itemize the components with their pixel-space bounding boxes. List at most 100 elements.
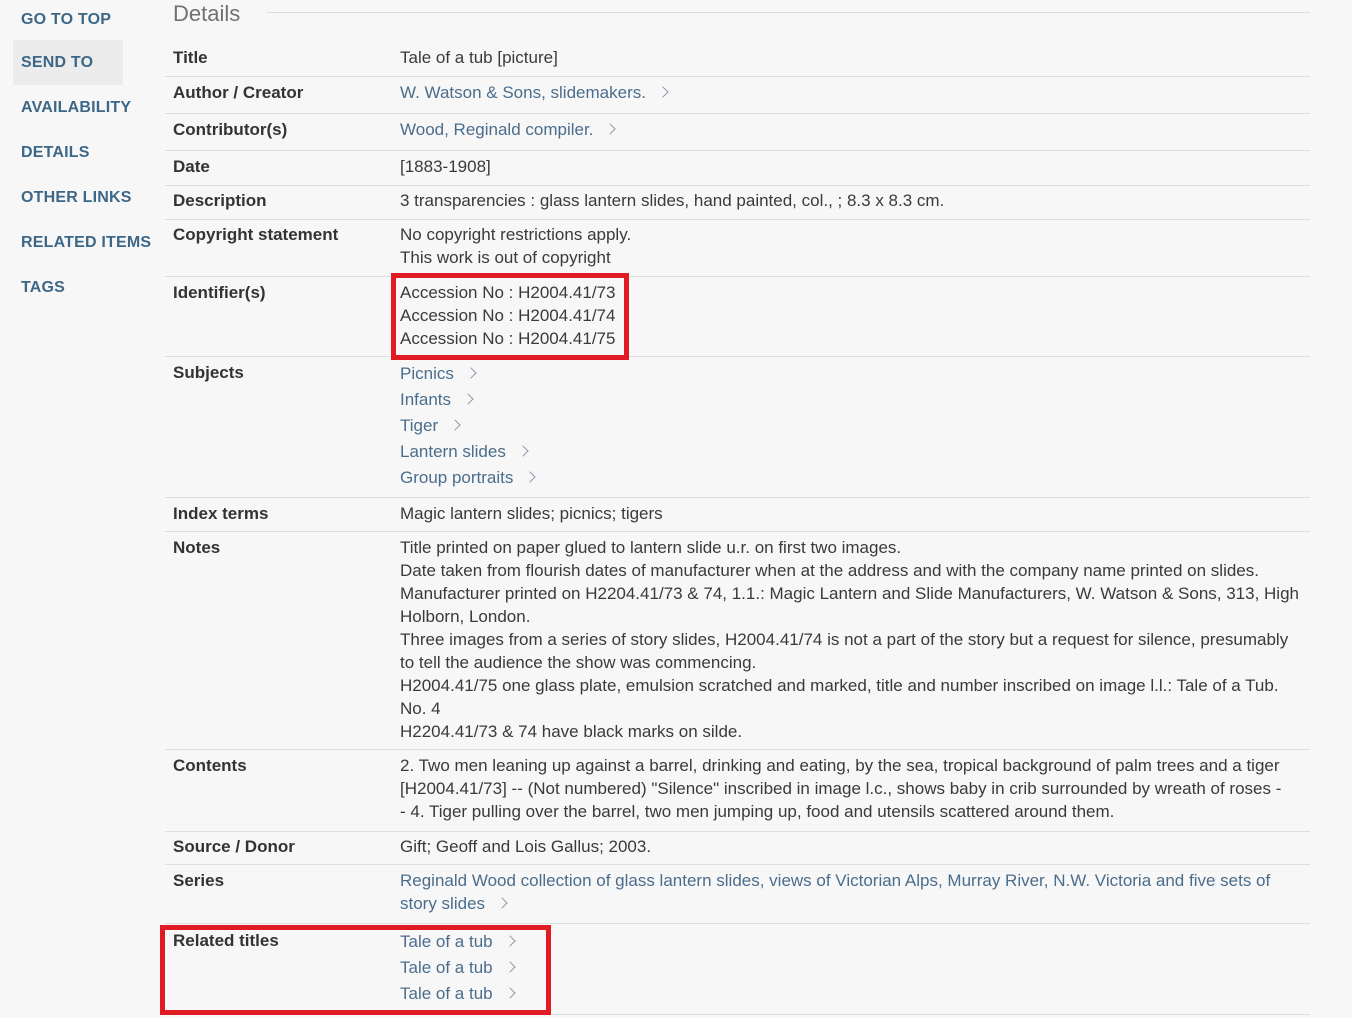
related-title-item: Tale of a tub bbox=[400, 955, 1310, 981]
detail-row-contributor: Contributor(s) Wood, Reginald compiler. bbox=[165, 118, 1310, 151]
subject-item: Lantern slides bbox=[400, 439, 1310, 465]
related-title-item: Tale of a tub bbox=[400, 981, 1310, 1007]
author-link[interactable]: W. Watson & Sons, slidemakers. bbox=[400, 83, 646, 102]
chevron-right-icon bbox=[517, 445, 529, 457]
related-title-link[interactable]: Tale of a tub bbox=[400, 932, 493, 951]
details-header: Details bbox=[165, 0, 1310, 28]
chevron-right-icon bbox=[657, 86, 669, 98]
field-label: Title bbox=[173, 48, 208, 67]
nav-go-to-top[interactable]: GO TO TOP bbox=[13, 0, 153, 40]
series-link-continued[interactable]: story slides bbox=[400, 894, 485, 913]
field-label: Description bbox=[173, 191, 267, 210]
title-value: Tale of a tub [picture] bbox=[400, 48, 558, 67]
related-title-link[interactable]: Tale of a tub bbox=[400, 984, 493, 1003]
note-line: Date taken from flourish dates of manufa… bbox=[400, 561, 1259, 580]
contributor-value: Wood, Reginald compiler. bbox=[400, 118, 1310, 141]
copyright-line: This work is out of copyright bbox=[400, 248, 611, 267]
field-label: Source / Donor bbox=[173, 837, 295, 856]
note-line: Three images from a series of story slid… bbox=[400, 630, 1289, 649]
detail-row-subjects: Subjects Picnics Infants Tiger Lantern s… bbox=[165, 361, 1310, 498]
contributor-link[interactable]: Wood, Reginald compiler. bbox=[400, 120, 593, 139]
description-value: 3 transparencies : glass lantern slides,… bbox=[400, 191, 945, 210]
chevron-right-icon bbox=[449, 419, 461, 431]
subject-link[interactable]: Group portraits bbox=[400, 468, 513, 487]
identifier-line: Accession No : H2004.41/75 bbox=[400, 329, 616, 348]
field-label: Author / Creator bbox=[173, 83, 304, 102]
field-label: Identifier(s) bbox=[173, 283, 266, 302]
detail-row-series: Series Reginald Wood collection of glass… bbox=[165, 869, 1310, 924]
details-section: Details Title Tale of a tub [picture] Au… bbox=[165, 0, 1310, 1015]
chevron-right-icon bbox=[462, 393, 474, 405]
detail-row-copyright: Copyright statement No copyright restric… bbox=[165, 223, 1310, 277]
notes-value: Title printed on paper glued to lantern … bbox=[400, 536, 1310, 743]
field-label: Date bbox=[173, 157, 210, 176]
series-line: Reginald Wood collection of glass lanter… bbox=[400, 869, 1310, 892]
detail-row-description: Description 3 transparencies : glass lan… bbox=[165, 189, 1310, 220]
record-page: GO TO TOP SEND TO AVAILABILITY DETAILS O… bbox=[0, 0, 1352, 1018]
chevron-right-icon bbox=[496, 897, 508, 909]
field-label: Related titles bbox=[173, 931, 279, 950]
detail-row-index-terms: Index terms Magic lantern slides; picnic… bbox=[165, 502, 1310, 532]
note-line: H2204.41/73 & 74 have black marks on sil… bbox=[400, 722, 743, 741]
contents-line: - 4. Tiger pulling over the barrel, two … bbox=[400, 802, 1115, 821]
note-line: H2004.41/75 one glass plate, emulsion sc… bbox=[400, 676, 1279, 695]
contents-line: [H2004.41/73] -- (Not numbered) "Silence… bbox=[400, 779, 1282, 798]
related-title-link[interactable]: Tale of a tub bbox=[400, 958, 493, 977]
field-label: Copyright statement bbox=[173, 225, 339, 244]
identifier-line: Accession No : H2004.41/73 bbox=[400, 283, 616, 302]
detail-row-title: Title Tale of a tub [picture] bbox=[165, 46, 1310, 77]
subject-link[interactable]: Picnics bbox=[400, 364, 454, 383]
note-line: Title printed on paper glued to lantern … bbox=[400, 538, 902, 557]
nav-related-items[interactable]: RELATED ITEMS bbox=[13, 220, 153, 265]
detail-row-source: Source / Donor Gift; Geoff and Lois Gall… bbox=[165, 835, 1310, 865]
related-title-item: Tale of a tub bbox=[400, 929, 1310, 955]
subject-link[interactable]: Tiger bbox=[400, 416, 438, 435]
nav-other-links[interactable]: OTHER LINKS bbox=[13, 175, 153, 220]
copyright-line: No copyright restrictions apply. bbox=[400, 225, 632, 244]
nav-send-to[interactable]: SEND TO bbox=[13, 40, 123, 85]
detail-row-related-titles: Related titles Tale of a tub Tale of a t… bbox=[165, 929, 1310, 1015]
chevron-right-icon bbox=[503, 987, 516, 999]
details-heading: Details bbox=[173, 1, 241, 26]
contents-value: 2. Two men leaning up against a barrel, … bbox=[400, 754, 1310, 823]
identifier-line: Accession No : H2004.41/74 bbox=[400, 306, 616, 325]
chevron-right-icon bbox=[503, 935, 516, 947]
nav-tags[interactable]: TAGS bbox=[13, 265, 153, 310]
detail-row-author: Author / Creator W. Watson & Sons, slide… bbox=[165, 81, 1310, 114]
contents-line: 2. Two men leaning up against a barrel, … bbox=[400, 756, 1280, 775]
chevron-right-icon bbox=[524, 471, 537, 483]
field-label: Series bbox=[173, 871, 225, 890]
series-link[interactable]: Reginald Wood collection of glass lanter… bbox=[400, 871, 1270, 890]
related-titles-value: Tale of a tub Tale of a tub Tale of a tu… bbox=[400, 929, 1310, 1007]
note-line: No. 4 bbox=[400, 699, 441, 718]
field-label: Notes bbox=[173, 538, 221, 557]
subjects-value: Picnics Infants Tiger Lantern slides Gro… bbox=[400, 361, 1310, 491]
subject-link[interactable]: Infants bbox=[400, 390, 451, 409]
subject-link[interactable]: Lantern slides bbox=[400, 442, 506, 461]
subject-item: Group portraits bbox=[400, 465, 1310, 491]
series-value: Reginald Wood collection of glass lanter… bbox=[400, 869, 1310, 915]
detail-row-date: Date [1883-1908] bbox=[165, 155, 1310, 186]
identifiers-value: Accession No : H2004.41/73 Accession No … bbox=[400, 281, 1310, 350]
chevron-right-icon bbox=[604, 123, 617, 135]
series-line: story slides bbox=[400, 892, 1310, 915]
author-value: W. Watson & Sons, slidemakers. bbox=[400, 81, 1310, 104]
note-line: Holborn, London. bbox=[400, 607, 531, 626]
subject-item: Tiger bbox=[400, 413, 1310, 439]
detail-row-identifiers: Identifier(s) Accession No : H2004.41/73… bbox=[165, 281, 1310, 357]
field-label: Contributor(s) bbox=[173, 120, 288, 139]
field-label: Contents bbox=[173, 756, 247, 775]
index-terms-value: Magic lantern slides; picnics; tigers bbox=[400, 504, 663, 523]
subject-item: Infants bbox=[400, 387, 1310, 413]
note-line: to tell the audience the show was commen… bbox=[400, 653, 757, 672]
nav-availability[interactable]: AVAILABILITY bbox=[13, 85, 153, 130]
chevron-right-icon bbox=[503, 961, 516, 973]
nav-details[interactable]: DETAILS bbox=[13, 130, 153, 175]
field-label: Index terms bbox=[173, 504, 269, 523]
source-value: Gift; Geoff and Lois Gallus; 2003. bbox=[400, 837, 652, 856]
detail-row-contents: Contents 2. Two men leaning up against a… bbox=[165, 754, 1310, 832]
note-line: Manufacturer printed on H2204.41/73 & 74… bbox=[400, 584, 1299, 603]
chevron-right-icon bbox=[465, 367, 477, 379]
field-label: Subjects bbox=[173, 363, 244, 382]
copyright-value: No copyright restrictions apply. This wo… bbox=[400, 223, 1310, 269]
